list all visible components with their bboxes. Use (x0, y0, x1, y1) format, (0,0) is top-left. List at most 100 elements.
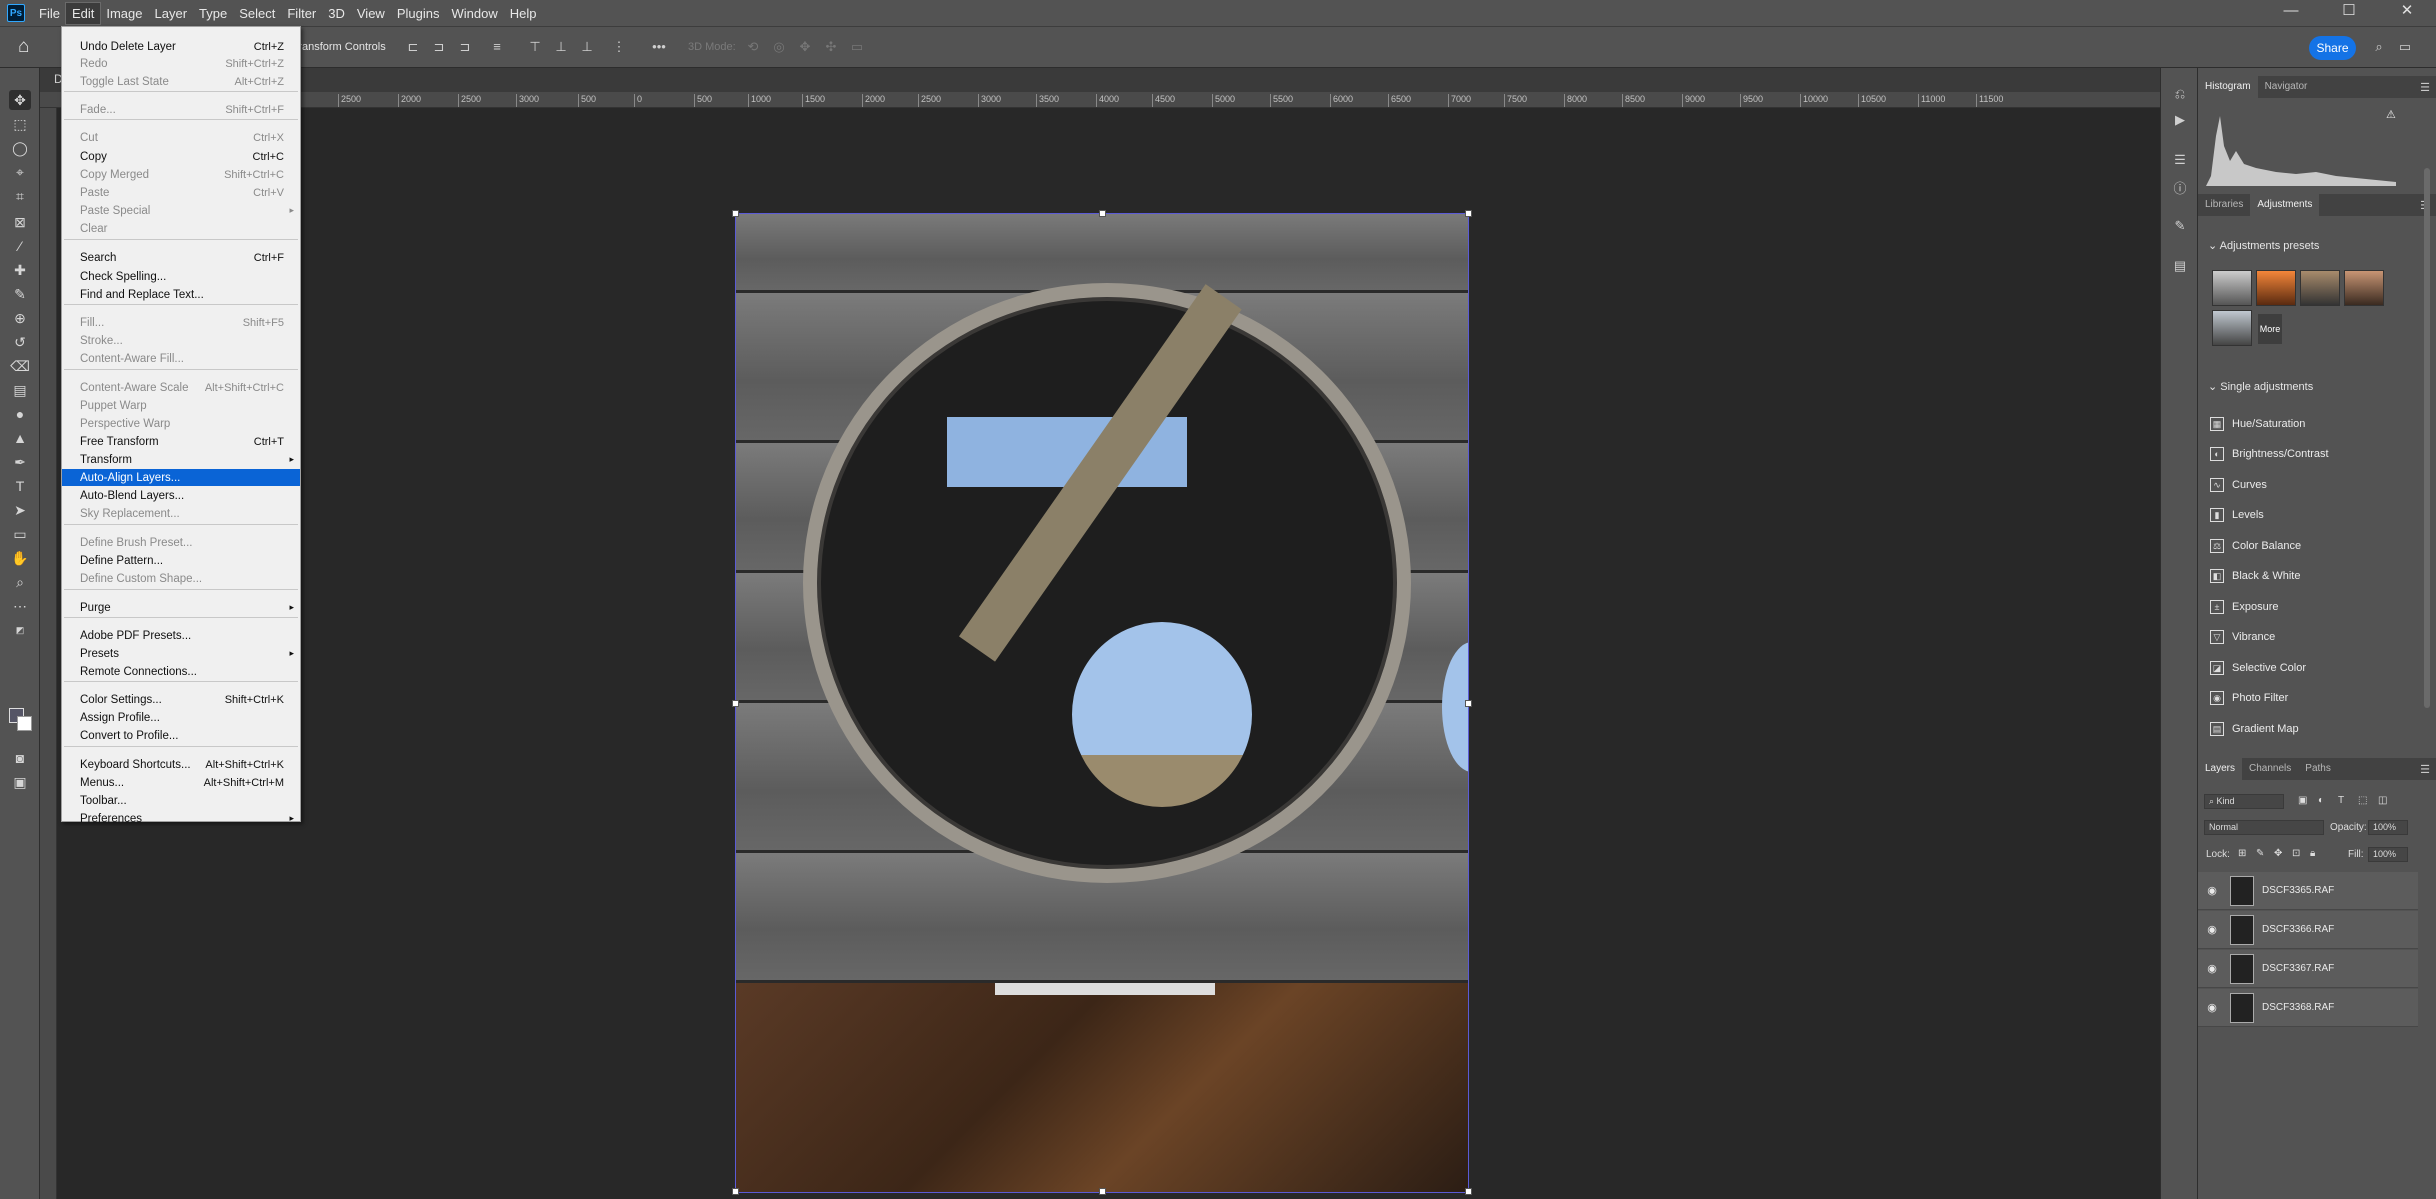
filter-adjustment-icon[interactable]: ◐ (2318, 795, 2324, 806)
menu-plugins[interactable]: Plugins (391, 3, 446, 24)
menu-image[interactable]: Image (100, 3, 148, 24)
menu-edit[interactable]: Edit (64, 1, 102, 25)
workspace-icon[interactable]: ▭ (2398, 40, 2412, 54)
tab-libraries[interactable]: Libraries (2198, 194, 2250, 216)
panel-scrollbar[interactable] (2424, 168, 2430, 708)
zoom-tool-icon[interactable]: ⌕ (9, 572, 31, 592)
edit-menu-item-assign-profile[interactable]: Assign Profile... (62, 709, 300, 726)
edit-menu-item-auto-align-layers[interactable]: Auto-Align Layers... (62, 469, 300, 486)
adj-photo-filter[interactable]: ◉ Photo Filter (2210, 688, 2288, 708)
visibility-eye-icon[interactable]: ◉ (2202, 923, 2222, 936)
menu-3d[interactable]: 3D (322, 3, 351, 24)
filter-shape-icon[interactable]: ⬚ (2358, 795, 2367, 806)
adj-levels[interactable]: ▮ Levels (2210, 505, 2264, 525)
tab-adjustments[interactable]: Adjustments (2250, 194, 2320, 216)
edit-menu-item-preferences[interactable]: Preferences ▸ (62, 810, 300, 827)
transform-handle[interactable] (1465, 700, 1472, 707)
quick-mask-icon[interactable]: ◙ (9, 748, 31, 768)
lock-transparent-icon[interactable]: ⊞ (2238, 848, 2246, 859)
adj-gradient-map[interactable]: ▤ Gradient Map (2210, 719, 2299, 739)
edit-menu-item-transform[interactable]: Transform ▸ (62, 451, 300, 468)
move-tool-icon[interactable]: ✥ (9, 90, 31, 110)
layer-row[interactable]: ◉ DSCF3368.RAF (2198, 989, 2418, 1027)
dodge-tool-icon[interactable]: ▲ (9, 428, 31, 448)
transform-handle[interactable] (1099, 1188, 1106, 1195)
menu-file[interactable]: File (33, 3, 66, 24)
tab-layers[interactable]: Layers (2198, 758, 2243, 780)
brush-settings-icon[interactable]: ✎ (2171, 218, 2189, 236)
home-icon[interactable]: ⌂ (18, 37, 40, 57)
more-options-icon[interactable]: ••• (652, 40, 666, 54)
clone-stamp-icon[interactable]: ⊕ (9, 308, 31, 328)
layer-filter-kind[interactable]: ⌕ Kind (2204, 794, 2284, 809)
align-top-icon[interactable]: ⊤ (528, 40, 542, 54)
menu-type[interactable]: Type (193, 3, 233, 24)
background-color-swatch[interactable] (17, 716, 32, 731)
edit-menu-item-find-and-replace-text[interactable]: Find and Replace Text... (62, 286, 300, 303)
marquee-tool-icon[interactable]: ⬚ (9, 114, 31, 134)
preset-thumbnail[interactable] (2212, 270, 2252, 306)
edit-menu-item-presets[interactable]: Presets ▸ (62, 645, 300, 662)
adj-black-white[interactable]: ◧ Black & White (2210, 566, 2300, 586)
filter-smart-icon[interactable]: ◫ (2378, 795, 2387, 806)
eyedropper-tool-icon[interactable]: ⁄ (9, 236, 31, 256)
menu-select[interactable]: Select (233, 3, 281, 24)
adj-selective-color[interactable]: ◪ Selective Color (2210, 658, 2306, 678)
menu-layer[interactable]: Layer (149, 3, 194, 24)
edit-menu-item-remote-connections[interactable]: Remote Connections... (62, 663, 300, 680)
tab-navigator[interactable]: Navigator (2258, 76, 2315, 98)
transform-handle[interactable] (1099, 210, 1106, 217)
transform-handle[interactable] (732, 700, 739, 707)
screen-mode-icon[interactable]: ▣ (9, 772, 31, 792)
preset-thumbnail[interactable] (2344, 270, 2384, 306)
align-left-icon[interactable]: ⊏ (406, 40, 420, 54)
lasso-tool-icon[interactable]: ◯ (9, 138, 31, 158)
minimize-button[interactable]: — (2262, 0, 2320, 26)
lock-all-icon[interactable]: 🔒︎ (2310, 848, 2315, 859)
edit-menu-item-copy[interactable]: Copy Ctrl+C (62, 148, 300, 165)
panel-menu-icon[interactable]: ☰ (2420, 81, 2430, 94)
edit-menu-item-toolbar[interactable]: Toolbar... (62, 792, 300, 809)
single-adjustments-heading[interactable]: ⌄ Single adjustments (2208, 380, 2313, 393)
rectangle-tool-icon[interactable]: ▭ (9, 524, 31, 544)
edit-menu-item-undo-delete-layer[interactable]: Undo Delete Layer Ctrl+Z (62, 38, 300, 55)
adj-vibrance[interactable]: ▽ Vibrance (2210, 627, 2275, 647)
edit-menu-item-purge[interactable]: Purge ▸ (62, 599, 300, 616)
tab-histogram[interactable]: Histogram (2198, 76, 2258, 98)
edit-menu-item-adobe-pdf-presets[interactable]: Adobe PDF Presets... (62, 627, 300, 644)
more-presets-button[interactable]: More (2258, 314, 2282, 344)
align-right-icon[interactable]: ⊐ (458, 40, 472, 54)
default-colors-icon[interactable]: ◩ (9, 620, 31, 640)
visibility-eye-icon[interactable]: ◉ (2202, 962, 2222, 975)
menu-filter[interactable]: Filter (281, 3, 322, 24)
menu-help[interactable]: Help (504, 3, 543, 24)
distribute-vertical-icon[interactable]: ⋮ (612, 40, 626, 54)
panel-menu-icon[interactable]: ☰ (2420, 763, 2430, 776)
adj-hue-saturation[interactable]: ▦ Hue/Saturation (2210, 414, 2305, 434)
gradient-tool-icon[interactable]: ▤ (9, 380, 31, 400)
edit-toolbar-icon[interactable]: ⋯ (9, 596, 31, 616)
adjustments-presets-heading[interactable]: ⌄ Adjustments presets (2208, 239, 2319, 252)
healing-brush-icon[interactable]: ✚ (9, 260, 31, 280)
eraser-tool-icon[interactable]: ⌫ (9, 356, 31, 376)
lock-position-icon[interactable]: ✥ (2274, 848, 2282, 859)
transform-handle[interactable] (1465, 210, 1472, 217)
visibility-eye-icon[interactable]: ◉ (2202, 1001, 2222, 1014)
tab-paths[interactable]: Paths (2298, 758, 2338, 780)
edit-menu-item-free-transform[interactable]: Free Transform Ctrl+T (62, 433, 300, 450)
type-tool-icon[interactable]: T (9, 476, 31, 496)
brush-tool-icon[interactable]: ✎ (9, 284, 31, 304)
align-bottom-icon[interactable]: ⊥ (580, 40, 594, 54)
opacity-field[interactable]: 100% (2368, 820, 2408, 835)
pen-tool-icon[interactable]: ✒ (9, 452, 31, 472)
history-icon[interactable]: ⎌ (2171, 86, 2189, 104)
lock-artboard-icon[interactable]: ⊡ (2292, 848, 2300, 859)
preset-thumbnail[interactable] (2256, 270, 2296, 306)
blur-tool-icon[interactable]: ● (9, 404, 31, 424)
layer-row[interactable]: ◉ DSCF3367.RAF (2198, 950, 2418, 988)
align-center-icon[interactable]: ⊐ (432, 40, 446, 54)
crop-tool-icon[interactable]: ⌗ (9, 186, 31, 206)
layer-row[interactable]: ◉ DSCF3365.RAF (2198, 872, 2418, 910)
info-icon[interactable]: ⓘ (2171, 178, 2189, 196)
object-selection-tool-icon[interactable]: ⌖ (9, 162, 31, 182)
